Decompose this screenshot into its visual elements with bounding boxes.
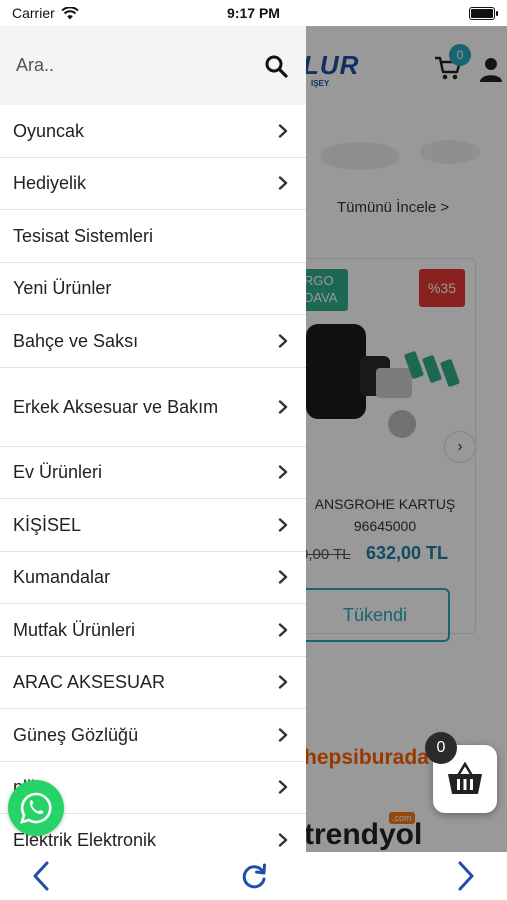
menu-item-label: Yeni Ürünler	[13, 278, 112, 299]
chevron-right-icon	[458, 861, 474, 891]
chevron-right-icon	[278, 675, 288, 689]
wifi-icon	[61, 6, 79, 19]
menu-item[interactable]: Oyuncak	[0, 105, 306, 158]
menu-item-label: Güneş Gözlüğü	[13, 724, 139, 745]
chevron-right-icon	[278, 399, 288, 414]
battery-fill	[471, 8, 493, 18]
status-bar: Carrier 9:17 PM	[0, 0, 507, 26]
menu-item[interactable]: Mutfak Ürünleri	[0, 604, 306, 657]
forward-button[interactable]	[451, 861, 481, 891]
menu-item[interactable]: Bahçe ve Saksı	[0, 315, 306, 368]
back-button[interactable]	[26, 861, 56, 891]
chevron-right-icon	[278, 728, 288, 742]
category-list: Oyuncak Hediyelik Tesisat Sistemleri Yeni Ü…	[0, 105, 306, 852]
menu-item[interactable]: Ev Ürünleri	[0, 447, 306, 499]
menu-item[interactable]: ARAC AKSESUAR	[0, 657, 306, 709]
chevron-right-icon	[278, 570, 288, 584]
menu-item-label: Oyuncak	[13, 120, 85, 141]
chevron-right-icon	[278, 176, 288, 190]
menu-item[interactable]: Yeni Ürünler	[0, 263, 306, 315]
bottom-navigation	[0, 852, 507, 900]
battery-icon	[469, 6, 498, 20]
whatsapp-button[interactable]	[8, 780, 64, 836]
menu-item-label: ARAC AKSESUAR	[13, 672, 166, 693]
menu-item[interactable]: Erkek Aksesuar ve Bakım	[0, 368, 306, 447]
reload-button[interactable]	[239, 861, 269, 891]
menu-item[interactable]: Hediyelik	[0, 158, 306, 210]
menu-item-label: Bahçe ve Saksı	[13, 330, 139, 351]
menu-item-label: KİŞİSEL	[13, 514, 82, 535]
basket-icon	[448, 762, 482, 794]
chevron-right-icon	[278, 623, 288, 637]
menu-item-label: Erkek Aksesuar ve Bakım	[13, 396, 219, 417]
search-input[interactable]	[16, 55, 236, 76]
status-time: 9:17 PM	[227, 5, 280, 21]
menu-item-label: Ev Ürünleri	[13, 462, 103, 483]
search-icon[interactable]	[264, 54, 288, 78]
floating-cart-badge: 0	[425, 732, 457, 764]
search-bar	[0, 26, 306, 105]
menu-item-label: Mutfak Ürünleri	[13, 619, 136, 640]
chevron-right-icon	[278, 518, 288, 532]
menu-item[interactable]: Kumandalar	[0, 552, 306, 604]
menu-item[interactable]: KİŞİSEL	[0, 499, 306, 552]
carrier-label: Carrier	[12, 5, 55, 21]
chevron-right-icon	[278, 465, 288, 479]
chevron-right-icon	[278, 124, 288, 138]
menu-item-label: Kumandalar	[13, 567, 111, 588]
chevron-right-icon	[278, 780, 288, 794]
menu-item[interactable]: Güneş Gözlüğü	[0, 709, 306, 762]
chevron-right-icon	[278, 334, 288, 348]
side-drawer: Oyuncak Hediyelik Tesisat Sistemleri Yeni Ü…	[0, 26, 306, 852]
refresh-icon	[242, 863, 266, 889]
menu-item-label: Tesisat Sistemleri	[13, 225, 154, 246]
chevron-left-icon	[33, 861, 49, 891]
menu-item-label: Hediyelik	[13, 173, 87, 194]
menu-item[interactable]: Tesisat Sistemleri	[0, 210, 306, 263]
whatsapp-icon	[20, 792, 52, 824]
chevron-right-icon	[278, 833, 288, 847]
status-left: Carrier	[12, 5, 79, 21]
